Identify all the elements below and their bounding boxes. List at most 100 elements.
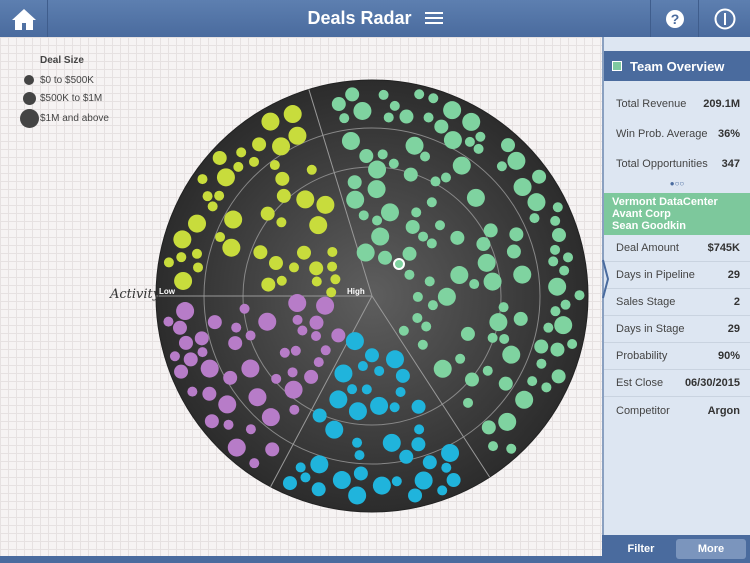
- deal-bubble[interactable]: [288, 126, 307, 145]
- deal-bubble[interactable]: [327, 246, 338, 257]
- deals-radar[interactable]: Activity Low High: [0, 37, 602, 556]
- deal-bubble[interactable]: [253, 245, 268, 260]
- deal-bubble[interactable]: [499, 333, 510, 344]
- deal-bubble[interactable]: [261, 112, 280, 131]
- deal-bubble[interactable]: [412, 291, 423, 302]
- deal-bubble[interactable]: [316, 296, 335, 315]
- info-button[interactable]: [698, 0, 750, 37]
- deal-bubble[interactable]: [325, 420, 344, 439]
- deal-bubble[interactable]: [176, 302, 195, 321]
- deal-bubble[interactable]: [529, 213, 540, 224]
- deal-bubble[interactable]: [380, 203, 399, 222]
- deal-bubble[interactable]: [443, 101, 462, 120]
- deal-bubble[interactable]: [405, 219, 420, 234]
- deal-bubble[interactable]: [311, 482, 326, 497]
- deal-bubble[interactable]: [215, 232, 226, 243]
- deal-bubble[interactable]: [395, 368, 410, 383]
- deal-bubble[interactable]: [507, 151, 526, 170]
- deal-bubble[interactable]: [532, 169, 547, 184]
- deal-bubble[interactable]: [183, 352, 198, 367]
- deal-bubble[interactable]: [358, 210, 369, 221]
- deal-bubble[interactable]: [216, 168, 235, 187]
- deal-bubble[interactable]: [368, 160, 387, 179]
- deal-bubble[interactable]: [411, 437, 426, 452]
- deal-bubble[interactable]: [574, 290, 585, 301]
- deal-bubble[interactable]: [261, 277, 276, 292]
- deal-bubble[interactable]: [245, 330, 256, 341]
- deal-bubble[interactable]: [329, 390, 348, 409]
- deal-bubble[interactable]: [434, 220, 445, 231]
- deal-bubble[interactable]: [172, 320, 187, 335]
- deal-bubble[interactable]: [193, 262, 204, 273]
- deal-bubble[interactable]: [452, 156, 471, 175]
- deal-bubble[interactable]: [236, 147, 247, 158]
- deal-bubble[interactable]: [309, 261, 324, 276]
- deal-bubble[interactable]: [304, 369, 319, 384]
- deal-bubble[interactable]: [279, 347, 290, 358]
- deal-bubble[interactable]: [361, 384, 372, 395]
- deal-bubble[interactable]: [496, 161, 507, 172]
- deal-bubble[interactable]: [197, 347, 208, 358]
- deal-bubble[interactable]: [481, 420, 496, 435]
- deal-bubble[interactable]: [411, 207, 422, 218]
- deal-bubble[interactable]: [224, 210, 243, 229]
- deal-bubble[interactable]: [249, 156, 260, 167]
- deal-bubble[interactable]: [332, 471, 351, 490]
- deal-bubble[interactable]: [421, 321, 432, 332]
- deal-bubble[interactable]: [430, 176, 441, 187]
- deal-bubble[interactable]: [261, 408, 280, 427]
- deal-bubble[interactable]: [411, 399, 426, 414]
- deal-bubble[interactable]: [560, 299, 571, 310]
- deal-bubble[interactable]: [460, 326, 475, 341]
- deal-bubble[interactable]: [364, 348, 379, 363]
- deal-bubble[interactable]: [469, 279, 480, 290]
- deal-bubble[interactable]: [354, 450, 365, 461]
- deal-bubble[interactable]: [475, 131, 486, 142]
- deal-bubble[interactable]: [423, 112, 434, 123]
- deal-bubble[interactable]: [414, 89, 425, 100]
- deal-bubble[interactable]: [212, 150, 227, 165]
- deal-bubble[interactable]: [483, 223, 498, 238]
- deal-bubble[interactable]: [408, 488, 423, 503]
- deal-bubble[interactable]: [370, 396, 389, 415]
- deal-bubble[interactable]: [309, 216, 328, 235]
- deal-bubble[interactable]: [466, 188, 485, 207]
- deal-bubble[interactable]: [446, 473, 461, 488]
- deal-bubble[interactable]: [249, 458, 260, 469]
- deal-bubble[interactable]: [414, 424, 425, 435]
- deal-bubble[interactable]: [550, 342, 565, 357]
- deal-bubble[interactable]: [173, 230, 192, 249]
- deal-bubble[interactable]: [434, 119, 449, 134]
- deal-bubble[interactable]: [488, 441, 499, 452]
- deal-bubble[interactable]: [450, 230, 465, 245]
- deal-bubble[interactable]: [347, 384, 358, 395]
- page-indicator[interactable]: ●○○: [604, 179, 750, 193]
- deal-bubble[interactable]: [282, 476, 297, 491]
- deal-bubble[interactable]: [464, 372, 479, 387]
- deal-bubble[interactable]: [402, 246, 417, 261]
- deal-bubble[interactable]: [388, 158, 399, 169]
- deal-bubble[interactable]: [341, 131, 360, 150]
- deal-bubble[interactable]: [197, 174, 208, 185]
- deal-bubble[interactable]: [252, 137, 267, 152]
- deal-bubble[interactable]: [378, 89, 389, 100]
- deal-bubble[interactable]: [536, 358, 547, 369]
- more-button[interactable]: More: [676, 539, 746, 559]
- deal-bubble[interactable]: [450, 266, 469, 285]
- deal-bubble[interactable]: [331, 97, 346, 112]
- deal-bubble[interactable]: [476, 237, 491, 252]
- deal-bubble[interactable]: [300, 472, 311, 483]
- deal-bubble[interactable]: [306, 164, 317, 175]
- deal-bubble[interactable]: [214, 190, 225, 201]
- deal-bubble[interactable]: [309, 315, 324, 330]
- deal-bubble[interactable]: [462, 112, 481, 131]
- deal-bubble[interactable]: [200, 359, 219, 378]
- deal-bubble[interactable]: [374, 365, 385, 376]
- deal-bubble[interactable]: [441, 462, 452, 473]
- deal-bubble[interactable]: [265, 442, 280, 457]
- deal-bubble[interactable]: [245, 424, 256, 435]
- menu-icon[interactable]: [424, 9, 443, 30]
- deal-bubble[interactable]: [541, 382, 552, 393]
- deal-bubble[interactable]: [223, 370, 238, 385]
- deal-bubble[interactable]: [403, 167, 418, 182]
